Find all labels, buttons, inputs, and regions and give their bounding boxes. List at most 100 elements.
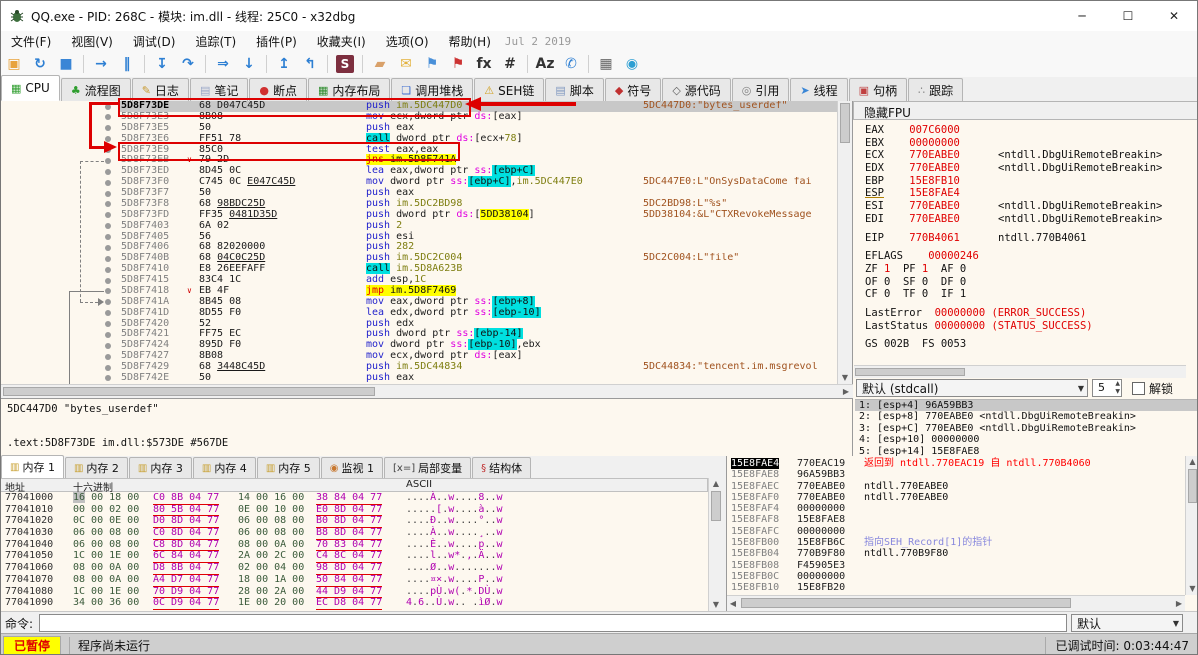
menu-view[interactable]: 视图(V): [61, 31, 123, 52]
breakpoint-dot[interactable]: [105, 190, 111, 197]
register-row[interactable]: ESP 15E8FAE4: [865, 187, 1195, 200]
argument-row[interactable]: 4: [esp+10] 00000000: [855, 434, 1197, 445]
dump-row[interactable]: 77041070 08 00 0A 00 A4 D7 04 77 18 00 1A 0…: [1, 574, 708, 587]
step-out-user-icon[interactable]: ↰: [298, 53, 322, 75]
breakpoint-dot[interactable]: [105, 299, 111, 306]
step-down-icon[interactable]: ↓: [237, 53, 261, 75]
calculator-icon[interactable]: ▦: [594, 53, 618, 75]
argument-row[interactable]: 3: [esp+C] 770EABE0 <ntdll.DbgUiRemoteBr…: [855, 423, 1197, 434]
stack-horizontal-scrollbar[interactable]: ◀ ▶: [727, 595, 1185, 611]
tab-memory-dump-4[interactable]: ▥ 内存 4: [192, 457, 256, 478]
stack-vertical-scrollbar[interactable]: ▲ ▼: [1185, 456, 1197, 595]
tab-memory-dump-2[interactable]: ▥ 内存 2: [64, 457, 128, 478]
unlock-checkbox[interactable]: [1132, 381, 1145, 395]
hide-fpu-button[interactable]: 隐藏FPU: [853, 101, 1197, 120]
tab-references[interactable]: ◎ 引用: [731, 78, 790, 101]
register-row[interactable]: GS 002B FS 0053: [865, 338, 1195, 351]
tab-symbols[interactable]: ◆ 符号: [604, 78, 662, 101]
stack-row[interactable]: 15E8FAF4 00000000: [727, 503, 1185, 514]
breakpoint-dot[interactable]: [105, 244, 111, 251]
stack-row[interactable]: 15E8FAF0 770EABE0 ntdll.770EABE0: [727, 492, 1185, 503]
disasm-vertical-scrollbar[interactable]: ▼: [837, 101, 852, 384]
hash-icon[interactable]: #: [498, 53, 522, 75]
dump-row[interactable]: 77041010 00 00 02 00 80 5B 04 77 0E 00 10 0…: [1, 504, 708, 517]
bookmarks-icon[interactable]: ⚑: [446, 53, 470, 75]
breakpoint-dot[interactable]: [105, 179, 111, 186]
breakpoint-dot[interactable]: [105, 353, 111, 360]
disasm-row[interactable]: 5D8F7403 6A 02 push 2: [1, 220, 839, 232]
dump-row[interactable]: 77041020 0C 00 0E 00 D0 8D 04 77 06 00 08 0…: [1, 515, 708, 529]
register-row[interactable]: EAX 007C6000: [865, 124, 1195, 137]
menu-options[interactable]: 选项(O): [376, 31, 439, 52]
register-row[interactable]: EIP 770B4061 ntdll.770B4061: [865, 232, 1195, 245]
register-row[interactable]: LastStatus 00000000 (STATUS_SUCCESS): [865, 320, 1195, 333]
menu-trace[interactable]: 追踪(T): [185, 31, 246, 52]
breakpoint-dot[interactable]: [105, 125, 111, 132]
maximize-button[interactable]: ☐: [1105, 1, 1151, 31]
disasm-row[interactable]: 5D8F73FD FF35 0481D35D push dword ptr ds:[…: [1, 208, 839, 221]
step-over-icon[interactable]: ↷: [176, 53, 200, 75]
register-row[interactable]: ESI 770EABE0 <ntdll.DbgUiRemoteBreakin>: [865, 200, 1195, 213]
command-profile-select[interactable]: 默认 ▼: [1071, 614, 1184, 632]
dump-row[interactable]: 77041090 34 00 36 00 0C D9 04 77 1E 00 20 0…: [1, 597, 708, 610]
register-row[interactable]: EBX 00000000: [865, 137, 1195, 150]
minimize-button[interactable]: ─: [1059, 1, 1105, 31]
register-row[interactable]: EBP 15E8FB10: [865, 175, 1195, 188]
stack-row[interactable]: 15E8FAFC 00000000: [727, 526, 1185, 537]
stack-row[interactable]: 15E8FB08 F45905E3: [727, 560, 1185, 571]
stack-row[interactable]: 15E8FAF8 15E8FAE8: [727, 514, 1185, 525]
breakpoint-dot[interactable]: [105, 168, 111, 175]
breakpoint-dot[interactable]: [105, 212, 111, 219]
argument-row[interactable]: 1: [esp+4] 96A59BB3: [855, 400, 1197, 412]
tab-handles[interactable]: ▣ 句柄: [848, 78, 908, 101]
tab-source[interactable]: ◇ 源代码: [662, 78, 731, 101]
breakpoint-dot[interactable]: [105, 321, 111, 328]
register-row[interactable]: EDX 770EABE0 <ntdll.DbgUiRemoteBreakin>: [865, 162, 1195, 175]
stack-row[interactable]: 15E8FB0C 00000000: [727, 571, 1185, 582]
patches-icon[interactable]: ▰: [368, 53, 392, 75]
register-row[interactable]: ECX 770EABE0 <ntdll.DbgUiRemoteBreakin>: [865, 149, 1195, 162]
breakpoint-dot[interactable]: [105, 375, 111, 382]
dump-row[interactable]: 77041030 06 00 08 00 C0 8D 04 77 06 00 08 0…: [1, 527, 708, 540]
breakpoint-dot[interactable]: [105, 342, 111, 349]
tab-trace[interactable]: ∴ 跟踪: [908, 78, 964, 101]
breakpoint-dot[interactable]: [105, 114, 111, 121]
run-icon[interactable]: →: [89, 53, 113, 75]
dump-row[interactable]: 77041050 1C 00 1E 00 6C 84 04 77 2A 00 2C 0…: [1, 550, 708, 564]
tab-memory-dump-1[interactable]: ▥ 内存 1: [1, 455, 64, 478]
tab-script[interactable]: ▤ 脚本: [545, 78, 604, 101]
dump-vertical-scrollbar[interactable]: ▲ ▼: [708, 478, 724, 611]
disasm-horizontal-scrollbar[interactable]: ▶: [1, 384, 853, 398]
register-row[interactable]: LastError 00000000 (ERROR_SUCCESS): [865, 307, 1195, 320]
labels-icon[interactable]: ⚑: [420, 53, 444, 75]
menu-plugins[interactable]: 插件(P): [246, 31, 307, 52]
tab-memory-dump-3[interactable]: ▥ 内存 3: [128, 457, 192, 478]
step-into-icon[interactable]: ↧: [150, 53, 174, 75]
menu-debug[interactable]: 调试(D): [123, 31, 186, 52]
stack-row[interactable]: 15E8FAE8 96A59BB3: [727, 469, 1185, 480]
breakpoint-dot[interactable]: [105, 157, 111, 164]
open-file-icon[interactable]: ▣: [2, 53, 26, 75]
breakpoint-dot[interactable]: [105, 201, 111, 208]
arg-count-stepper[interactable]: 5 ▲ ▼: [1092, 379, 1122, 397]
dump-row[interactable]: 77041060 08 00 0A 00 D8 8B 04 77 02 00 04 0…: [1, 562, 708, 575]
register-row[interactable]: EFLAGS 00000246: [865, 250, 1195, 263]
breakpoint-dot[interactable]: [105, 234, 111, 241]
tab-seh-chain[interactable]: ⚠ SEH链: [474, 78, 545, 101]
argument-row[interactable]: 2: [esp+8] 770EABE0 <ntdll.DbgUiRemoteBr…: [855, 411, 1197, 422]
globe-icon[interactable]: ◉: [620, 53, 644, 75]
tab-locals[interactable]: [x=] 局部变量: [384, 457, 472, 478]
stack-row[interactable]: 15E8FAE4 770EAC19 返回到 ntdll.770EAC19 自 ntd…: [727, 458, 1185, 470]
tab-cpu[interactable]: ▦ CPU: [1, 75, 60, 101]
menu-favourites[interactable]: 收藏夹(I): [307, 31, 376, 52]
menu-help[interactable]: 帮助(H): [439, 31, 501, 52]
breakpoint-dot[interactable]: [105, 255, 111, 262]
stack-row[interactable]: 15E8FB10 15E8FB20: [727, 582, 1185, 593]
comments-icon[interactable]: ✉: [394, 53, 418, 75]
disasm-row[interactable]: 5D8F741D 8D55 F0 lea edx,dword ptr ss:[ebp…: [1, 306, 839, 319]
breakpoint-dot[interactable]: [105, 223, 111, 230]
command-input[interactable]: [39, 614, 1068, 632]
tab-threads[interactable]: ➤ 线程: [790, 78, 848, 101]
functions-icon[interactable]: fx: [472, 53, 496, 75]
tab-memory-dump-5[interactable]: ▥ 内存 5: [256, 457, 320, 478]
